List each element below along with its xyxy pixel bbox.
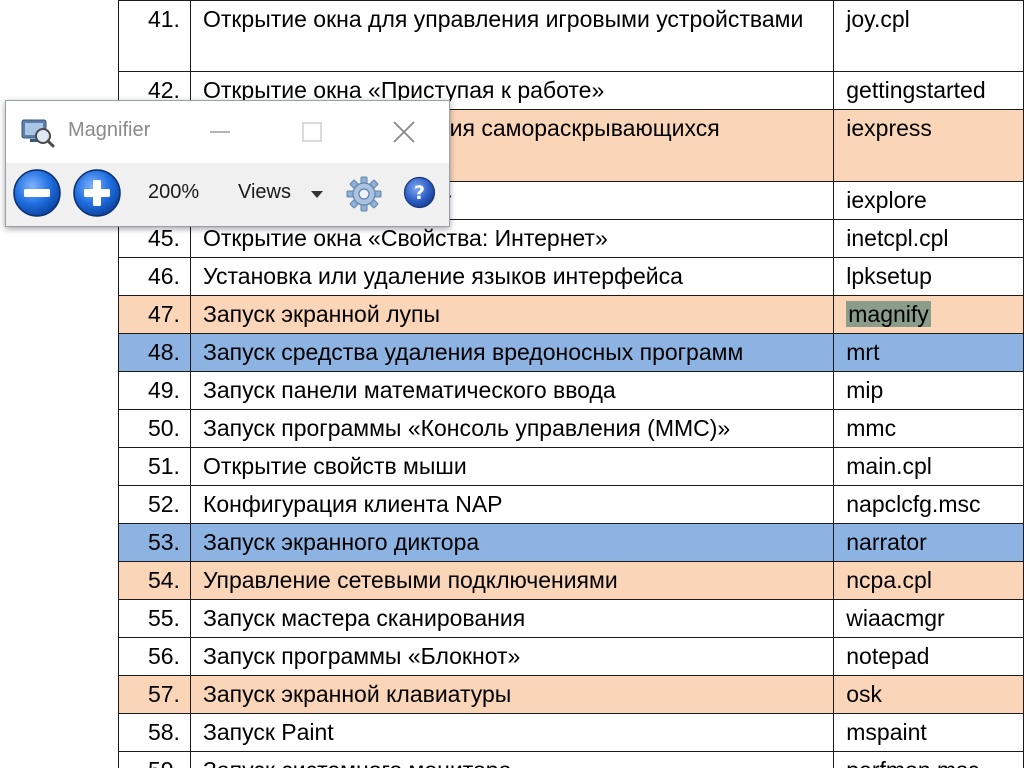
row-description: Конфигурация клиента NAP xyxy=(189,485,835,524)
row-number: 47. xyxy=(118,295,191,334)
row-command: magnify xyxy=(833,295,1024,334)
zoom-level: 200% xyxy=(148,181,200,203)
row-command: notepad xyxy=(833,637,1024,676)
minimize-button[interactable] xyxy=(198,111,242,153)
settings-button[interactable] xyxy=(346,176,382,212)
row-number: 51. xyxy=(118,447,191,486)
table-row: 59.Запуск системного монитораperfmon.msc xyxy=(118,751,1024,768)
table-row: 56. Запуск программы «Блокнот» notepad xyxy=(118,637,1024,676)
zoom-out-button[interactable] xyxy=(11,167,63,219)
close-button[interactable] xyxy=(382,111,426,153)
row-number: 58. xyxy=(118,713,191,752)
row-description: Управление сетевыми подключениями xyxy=(189,561,835,600)
row-command: gettingstarted xyxy=(833,71,1024,110)
row-description: Запуск экранного диктора xyxy=(189,523,835,562)
row-number: 41. xyxy=(118,0,191,72)
row-command: napclcfg.msc xyxy=(833,485,1024,524)
table-row: 54. Управление сетевыми подключениями ncpa… xyxy=(118,561,1024,600)
row-command: mip xyxy=(833,371,1024,410)
magnifier-window[interactable]: Magnifier 200% Views ? xyxy=(5,100,450,227)
magnifier-toolbar: 200% Views ? xyxy=(6,163,449,226)
row-description: Запуск Paint xyxy=(189,713,835,752)
maximize-button[interactable] xyxy=(290,111,334,153)
zoom-in-icon xyxy=(73,169,121,217)
table-row: 58. Запуск Paint mspaint xyxy=(118,713,1024,752)
table-row: 57. Запуск экранной клавиатуры osk xyxy=(118,675,1024,714)
table-row: 50. Запуск программы «Консоль управления … xyxy=(118,409,1024,448)
row-command: iexpress xyxy=(833,109,1024,182)
table-row: 49. Запуск панели математического ввода mi… xyxy=(118,371,1024,410)
row-command: inetcpl.cpl xyxy=(833,219,1024,258)
row-command: osk xyxy=(833,675,1024,714)
row-number: 50. xyxy=(118,409,191,448)
zoom-in-button[interactable] xyxy=(71,167,123,219)
gear-icon xyxy=(346,176,382,212)
maximize-icon xyxy=(302,122,322,142)
row-number: 46. xyxy=(118,257,191,296)
row-command: mrt xyxy=(833,333,1024,372)
row-description: Запуск мастера сканирования xyxy=(189,599,835,638)
row-description: Открытие свойств мыши xyxy=(189,447,835,486)
row-command: iexplore xyxy=(833,181,1024,220)
chevron-down-icon[interactable] xyxy=(311,191,323,199)
views-dropdown[interactable]: Views xyxy=(238,181,291,204)
magnifier-app-icon xyxy=(21,119,55,148)
row-command: perfmon.msc xyxy=(833,751,1024,768)
table-row: 55. Запуск мастера сканирования wiaacmgr xyxy=(118,599,1024,638)
selected-text[interactable]: magnify xyxy=(846,301,931,327)
row-number: 48. xyxy=(118,333,191,372)
row-number: 59. xyxy=(118,751,191,768)
row-command: main.cpl xyxy=(833,447,1024,486)
document-view: 41. Открытие окна для управления игровыми… xyxy=(0,0,1024,768)
row-number: 54. xyxy=(118,561,191,600)
table-row: 48. Запуск средства удаления вредоносных … xyxy=(118,333,1024,372)
table-row: 52. Конфигурация клиента NAP napclcfg.msc xyxy=(118,485,1024,524)
row-command: mspaint xyxy=(833,713,1024,752)
table-row: 47. Запуск экранной лупы magnify xyxy=(118,295,1024,334)
svg-text:?: ? xyxy=(414,182,425,204)
table-row: 53. Запуск экранного диктора narrator xyxy=(118,523,1024,562)
row-command: ncpa.cpl xyxy=(833,561,1024,600)
row-description: Запуск программы «Консоль управления (MM… xyxy=(189,409,835,448)
row-description: Запуск панели математического ввода xyxy=(189,371,835,410)
table-row: 51. Открытие свойств мыши main.cpl xyxy=(118,447,1024,486)
help-button[interactable]: ? xyxy=(403,176,436,209)
table-row: 46. Установка или удаление языков интерфе… xyxy=(118,257,1024,296)
row-description: Запуск средства удаления вредоносных про… xyxy=(189,333,835,372)
row-number: 57. xyxy=(118,675,191,714)
row-description: Запуск программы «Блокнот» xyxy=(189,637,835,676)
close-icon xyxy=(393,121,415,143)
row-description: Открытие окна для управления игровыми ус… xyxy=(189,0,835,72)
row-number: 52. xyxy=(118,485,191,524)
row-number: 49. xyxy=(118,371,191,410)
row-description: Запуск экранной лупы xyxy=(189,295,835,334)
row-number: 56. xyxy=(118,637,191,676)
row-command: joy.cpl xyxy=(833,0,1024,72)
row-description: Запуск системного монитора xyxy=(189,751,835,768)
row-description: Запуск экранной клавиатуры xyxy=(189,675,835,714)
magnifier-title: Magnifier xyxy=(68,119,151,141)
row-command: wiaacmgr xyxy=(833,599,1024,638)
row-command: narrator xyxy=(833,523,1024,562)
table-row: 41. Открытие окна для управления игровыми… xyxy=(118,0,1024,72)
row-number: 53. xyxy=(118,523,191,562)
row-description: Установка или удаление языков интерфейса xyxy=(189,257,835,296)
row-number: 55. xyxy=(118,599,191,638)
magnifier-titlebar[interactable]: Magnifier xyxy=(6,101,449,163)
help-icon: ? xyxy=(403,176,436,209)
row-command: mmc xyxy=(833,409,1024,448)
zoom-out-icon xyxy=(13,169,61,217)
row-command: lpksetup xyxy=(833,257,1024,296)
